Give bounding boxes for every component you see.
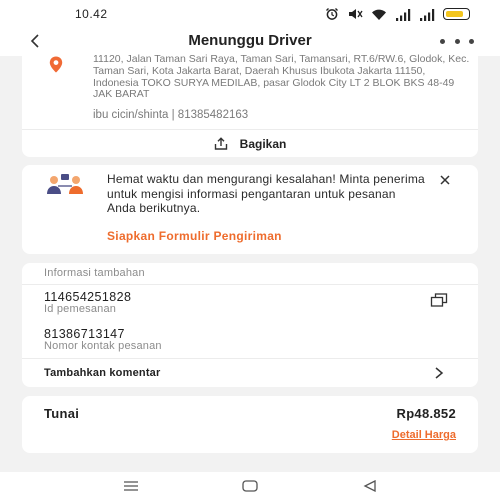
status-icons	[325, 7, 470, 21]
wifi-icon	[371, 8, 387, 21]
system-nav-bar	[0, 472, 500, 500]
chevron-right-icon	[435, 367, 444, 379]
menu-icon	[124, 481, 138, 491]
section-title: Informasi tambahan	[44, 267, 145, 279]
divider	[22, 284, 478, 285]
location-pin-icon	[49, 56, 63, 78]
home-button[interactable]	[235, 478, 265, 494]
alarm-icon	[325, 7, 339, 21]
home-icon	[242, 480, 258, 492]
signal-icon	[395, 8, 411, 21]
share-label: Bagikan	[239, 136, 287, 151]
price-detail-link[interactable]: Detail Harga	[392, 429, 456, 441]
back-triangle-icon	[363, 480, 376, 492]
address-card: 11120, Jalan Taman Sari Raya, Taman Sari…	[22, 50, 478, 157]
order-id-label: Id pemesanan	[44, 303, 117, 315]
payment-method: Tunai	[44, 406, 80, 421]
battery-level	[446, 11, 464, 17]
recent-apps-button[interactable]	[116, 478, 146, 494]
recipient-info: ibu cicin/shinta | 81385482163	[93, 109, 249, 121]
mute-icon	[347, 7, 363, 21]
close-button[interactable]	[436, 171, 454, 189]
more-horizontal-icon	[454, 38, 460, 44]
status-bar: 10.42	[0, 0, 500, 26]
add-comment-button[interactable]: Tambahkan komentar	[22, 359, 478, 387]
battery-icon	[443, 8, 470, 20]
more-horizontal-icon	[440, 38, 445, 44]
delivery-form-promo-card: Hemat waktu dan mengurangi kesalahan! Mi…	[22, 165, 478, 254]
payment-card: Tunai Rp48.852 Detail Harga	[22, 396, 478, 453]
order-id: 114654251828	[44, 290, 132, 304]
additional-info-card: Informasi tambahan 114654251828 Id pemes…	[22, 263, 478, 387]
delivery-address: 11120, Jalan Taman Sari Raya, Taman Sari…	[93, 53, 470, 101]
copy-icon[interactable]	[430, 293, 448, 312]
more-options-button[interactable]	[440, 32, 474, 50]
promo-message: Hemat waktu dan mengurangi kesalahan! Mi…	[107, 172, 425, 216]
close-icon	[440, 175, 450, 185]
share-button[interactable]: Bagikan	[22, 130, 478, 157]
contact-number-label: Nomor kontak pesanan	[44, 340, 162, 352]
contact-number: 81386713147	[44, 327, 125, 341]
payment-amount: Rp48.852	[396, 406, 456, 421]
prepare-delivery-form-link[interactable]: Siapkan Formulir Pengiriman	[107, 229, 282, 243]
share-icon	[214, 137, 227, 150]
more-horizontal-icon	[469, 38, 474, 44]
status-time: 10.42	[75, 7, 108, 21]
page-title: Menunggu Driver	[188, 32, 312, 49]
people-exchange-icon	[44, 173, 86, 200]
back-nav-button[interactable]	[355, 478, 385, 494]
signal-icon	[419, 8, 435, 21]
add-comment-label: Tambahkan komentar	[44, 367, 161, 379]
